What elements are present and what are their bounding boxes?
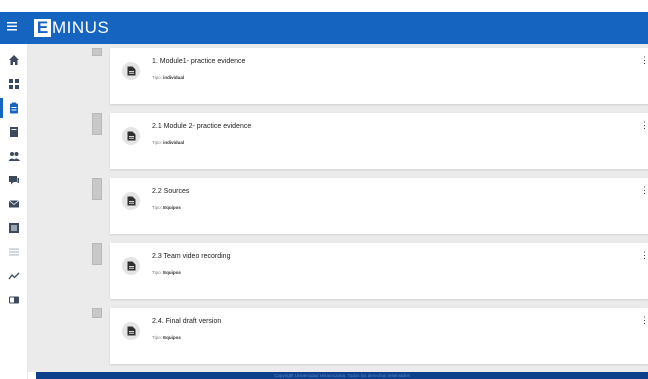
sidebar bbox=[0, 44, 28, 379]
type-label: Tipo: bbox=[152, 75, 162, 80]
document-icon bbox=[122, 127, 140, 145]
sidebar-item-content[interactable] bbox=[0, 120, 28, 144]
document-icon bbox=[122, 257, 140, 275]
more-options-icon[interactable]: ⋮ bbox=[640, 119, 648, 131]
sidebar-item-analytics[interactable] bbox=[0, 264, 28, 288]
analytics-icon bbox=[8, 272, 20, 280]
list-item: 1. Module1- practice evidence Tipo: indi… bbox=[28, 48, 648, 104]
sidebar-item-activities[interactable] bbox=[0, 96, 28, 120]
activity-card[interactable]: 2.3 Team video recording Tipo: Equipos ⋮ bbox=[110, 243, 648, 299]
activity-title: 2.4. Final draft version bbox=[152, 318, 222, 325]
eminus-logo[interactable]: E MINUS bbox=[34, 16, 109, 40]
list-item: 2.2 Sources Tipo: Equipos ⋮ bbox=[28, 178, 648, 234]
more-options-icon[interactable]: ⋮ bbox=[640, 184, 648, 196]
list-item: 2.4. Final draft version Tipo: Equipos ⋮ bbox=[28, 308, 648, 364]
clipboard-icon bbox=[10, 102, 18, 114]
drag-handle[interactable] bbox=[92, 113, 102, 135]
activity-type: Tipo: Equipos bbox=[152, 335, 181, 340]
list-item: 2.3 Team video recording Tipo: Equipos ⋮ bbox=[28, 243, 648, 299]
activity-type: Tipo: individual bbox=[152, 75, 184, 80]
drag-handle[interactable] bbox=[92, 178, 102, 200]
drag-handle[interactable] bbox=[92, 243, 102, 265]
gradebook-icon bbox=[9, 223, 19, 233]
users-icon bbox=[8, 152, 20, 161]
type-value: Equipos bbox=[163, 270, 181, 275]
type-label: Tipo: bbox=[152, 335, 162, 340]
more-options-icon[interactable]: ⋮ bbox=[640, 249, 648, 261]
type-value: individual bbox=[163, 75, 185, 80]
drag-handle[interactable] bbox=[92, 308, 102, 318]
logo-letter: E bbox=[34, 19, 51, 37]
list-item: 2.1 Module 2- practice evidence Tipo: in… bbox=[28, 113, 648, 169]
type-label: Tipo: bbox=[152, 205, 162, 210]
activity-card[interactable]: 2.2 Sources Tipo: Equipos ⋮ bbox=[110, 178, 648, 234]
sidebar-item-participants[interactable] bbox=[0, 144, 28, 168]
activity-title: 2.2 Sources bbox=[152, 188, 190, 195]
toggle-icon bbox=[9, 296, 19, 304]
type-label: Tipo: bbox=[152, 270, 162, 275]
activities-list: 1. Module1- practice evidence Tipo: indi… bbox=[28, 44, 648, 372]
book-icon bbox=[10, 127, 18, 137]
sidebar-item-list[interactable] bbox=[0, 240, 28, 264]
activity-card[interactable]: 2.4. Final draft version Tipo: Equipos ⋮ bbox=[110, 308, 648, 364]
more-options-icon[interactable]: ⋮ bbox=[640, 314, 648, 326]
grid-icon bbox=[9, 79, 19, 89]
footer: Copyright Universidad Veracruzana. Todos… bbox=[36, 372, 648, 379]
drag-handle[interactable] bbox=[92, 48, 102, 56]
document-icon bbox=[122, 322, 140, 340]
activity-title: 1. Module1- practice evidence bbox=[152, 58, 246, 65]
type-value: Equipos bbox=[163, 205, 181, 210]
hamburger-menu-icon[interactable] bbox=[6, 20, 20, 34]
activity-title: 2.3 Team video recording bbox=[152, 253, 231, 260]
activity-type: Tipo: individual bbox=[152, 140, 184, 145]
activity-type: Tipo: Equipos bbox=[152, 205, 181, 210]
activity-card[interactable]: 1. Module1- practice evidence Tipo: indi… bbox=[110, 48, 648, 104]
sidebar-item-forums[interactable] bbox=[0, 168, 28, 192]
sidebar-item-grades[interactable] bbox=[0, 216, 28, 240]
sidebar-item-home[interactable] bbox=[0, 48, 28, 72]
chat-icon bbox=[9, 176, 19, 185]
top-bar: E MINUS bbox=[0, 0, 648, 44]
type-value: Equipos bbox=[163, 335, 181, 340]
sidebar-item-dashboard[interactable] bbox=[0, 72, 28, 96]
more-options-icon[interactable]: ⋮ bbox=[640, 54, 648, 66]
sidebar-item-messages[interactable] bbox=[0, 192, 28, 216]
document-icon bbox=[122, 192, 140, 210]
type-label: Tipo: bbox=[152, 140, 162, 145]
logo-text: MINUS bbox=[52, 18, 110, 37]
type-value: individual bbox=[163, 140, 185, 145]
document-icon bbox=[122, 62, 140, 80]
list-icon bbox=[9, 248, 19, 256]
home-icon bbox=[9, 55, 19, 65]
mail-icon bbox=[8, 200, 20, 208]
activity-card[interactable]: 2.1 Module 2- practice evidence Tipo: in… bbox=[110, 113, 648, 169]
sidebar-item-settings[interactable] bbox=[0, 288, 28, 312]
activity-title: 2.1 Module 2- practice evidence bbox=[152, 123, 252, 130]
activity-type: Tipo: Equipos bbox=[152, 270, 181, 275]
